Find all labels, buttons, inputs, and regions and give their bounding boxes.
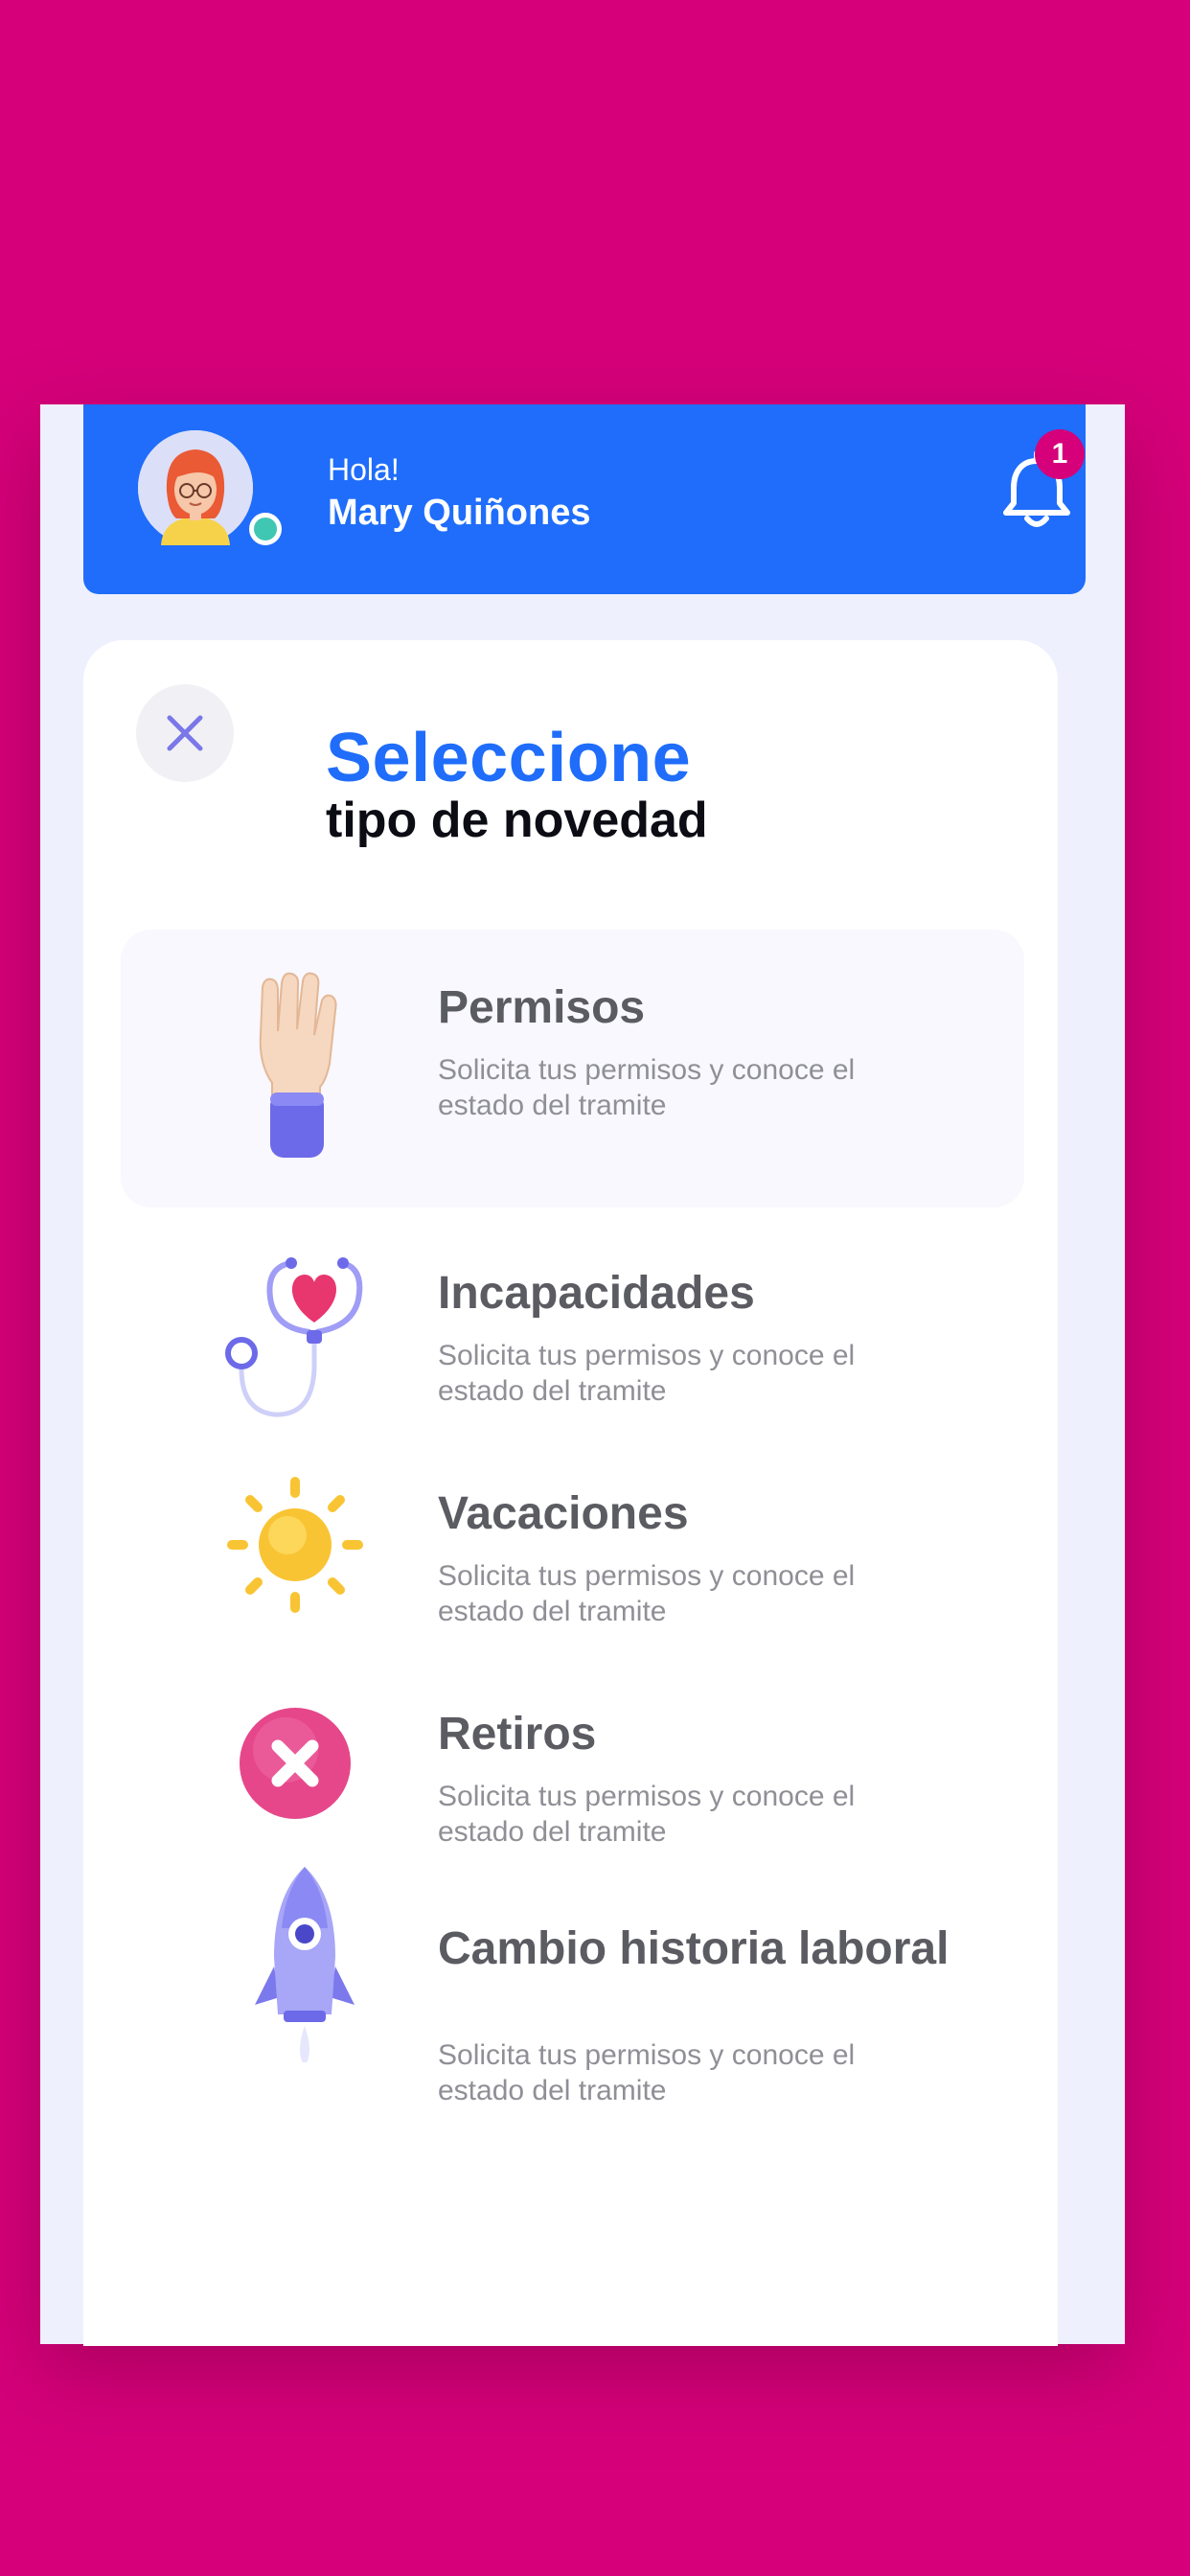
option-title: Retiros: [438, 1709, 597, 1760]
option-description: Solicita tus permisos y conoce el estado…: [438, 1781, 856, 1848]
sun-icon: [217, 1474, 379, 1666]
option-title: Vacaciones: [438, 1488, 689, 1539]
option-title: Incapacidades: [438, 1268, 755, 1319]
option-description: Solicita tus permisos y conoce el estado…: [438, 1054, 856, 1121]
hand-icon: [217, 968, 379, 1160]
option-title: Cambio historia laboral: [438, 1923, 950, 1974]
stethoscope-icon: [217, 1254, 379, 1445]
x-circle-icon: [217, 1694, 379, 1886]
notification-badge: 1: [1035, 429, 1085, 479]
rocket-icon: [217, 1861, 379, 2066]
option-title: Permisos: [438, 982, 646, 1033]
close-icon: [167, 715, 203, 751]
avatar-icon: [138, 430, 253, 545]
user-name: Mary Quiñones: [328, 493, 591, 533]
modal-title: Seleccione: [326, 720, 692, 796]
app-header: Hola! Mary Quiñones 1: [83, 404, 1086, 594]
novedad-selector-card: Seleccione tipo de novedad Permisos Soli…: [83, 640, 1058, 2346]
option-description: Solicita tus permisos y conoce el estado…: [438, 2039, 856, 2106]
greeting-text: Hola!: [328, 452, 400, 487]
modal-subtitle: tipo de novedad: [326, 793, 708, 848]
option-description: Solicita tus permisos y conoce el estado…: [438, 1560, 856, 1627]
app-screen: Hola! Mary Quiñones 1 Seleccione tipo de…: [40, 404, 1125, 2346]
option-cambio-historia-laboral[interactable]: Cambio historia laboral Solicita tus per…: [121, 1867, 1024, 2149]
online-status-dot: [249, 513, 282, 545]
option-description: Solicita tus permisos y conoce el estado…: [438, 1340, 856, 1407]
close-button[interactable]: [136, 684, 234, 782]
user-avatar[interactable]: [138, 430, 282, 545]
option-permisos[interactable]: Permisos Solicita tus permisos y conoce …: [121, 930, 1024, 1208]
